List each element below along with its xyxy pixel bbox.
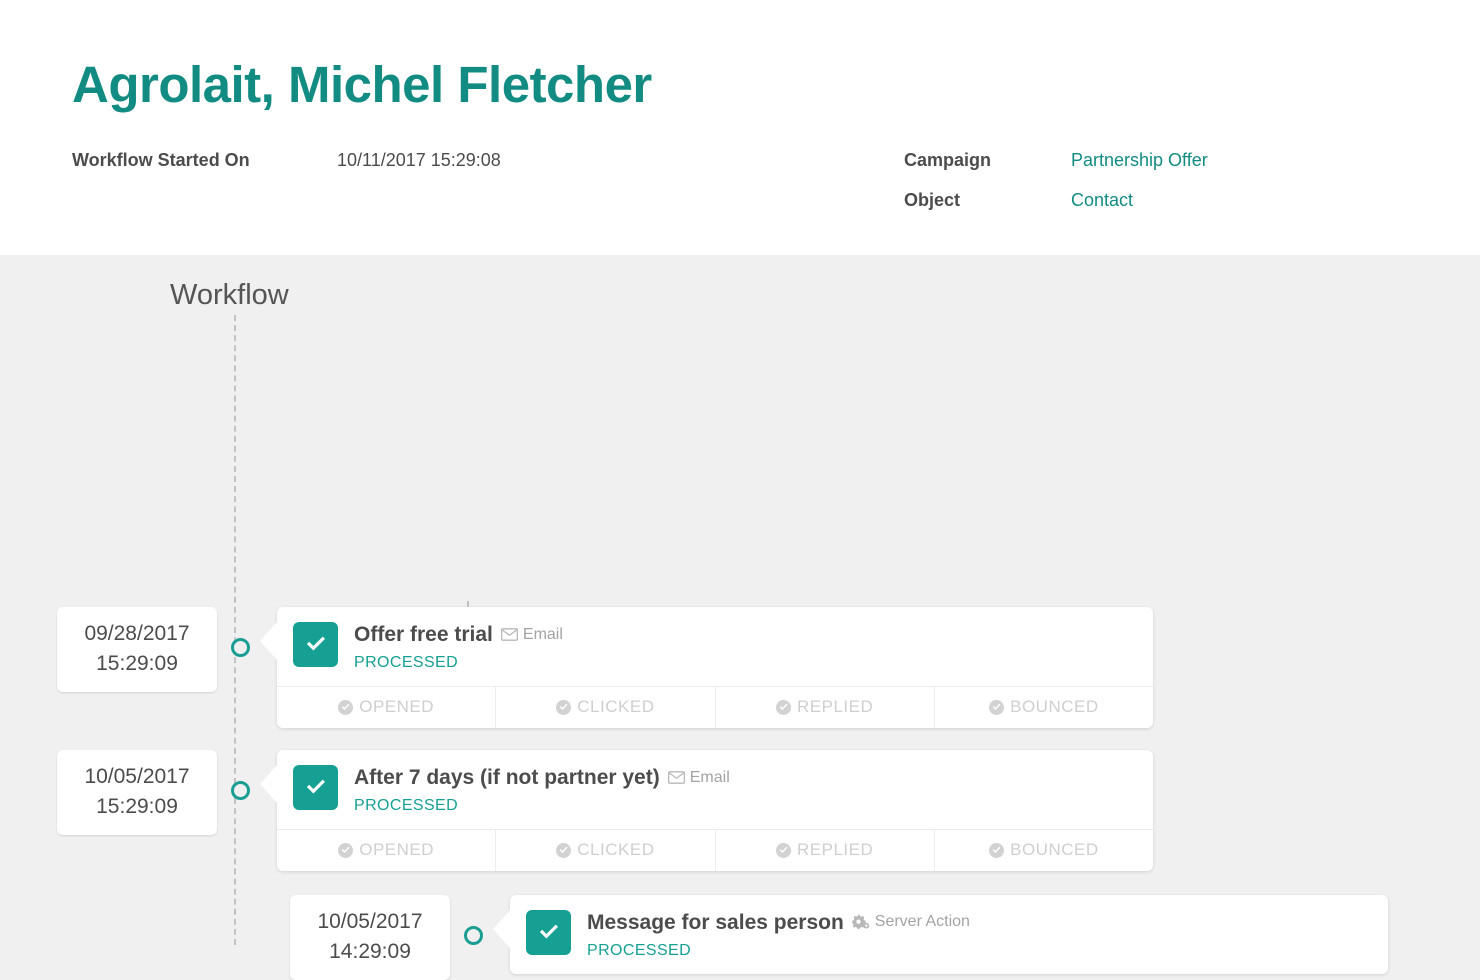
entry-kind: Server Action <box>851 912 970 931</box>
entry-card-main: Message for sales person Server Action P… <box>510 895 1388 974</box>
metric-clicked[interactable]: CLICKED <box>495 687 714 728</box>
field-object: Object Contact <box>904 190 1208 230</box>
timeline-dot <box>231 638 250 657</box>
entry-card-text: After 7 days (if not partner yet) Email … <box>354 765 730 815</box>
entry-title-line: After 7 days (if not partner yet) Email <box>354 766 730 790</box>
page-header: Agrolait, Michel Fletcher Workflow Start… <box>0 0 1480 255</box>
entry-card-main: Offer free trial Email PROCESSED <box>277 607 1153 686</box>
envelope-icon <box>667 771 685 784</box>
entry-kind-label: Server Action <box>874 912 970 930</box>
header-right-fields: Campaign Partnership Offer Object Contac… <box>904 150 1208 230</box>
check-icon <box>303 632 329 658</box>
entry-title: Message for sales person <box>587 911 844 934</box>
field-campaign: Campaign Partnership Offer <box>904 150 1208 190</box>
workflow-heading: Workflow <box>170 279 289 311</box>
entry-status: PROCESSED <box>354 654 459 671</box>
entry-kind: Email <box>667 768 730 787</box>
workflow-timeline: Workflow 09/28/2017 15:29:09 Offer free … <box>0 255 1480 980</box>
entry-title-line: Offer free trial Email <box>354 623 563 647</box>
metric-label: BOUNCED <box>1010 840 1099 859</box>
check-circle-icon <box>776 842 791 858</box>
entry-title: Offer free trial <box>354 623 493 646</box>
campaign-link[interactable]: Partnership Offer <box>1071 150 1208 171</box>
entry-date: 10/05/2017 <box>317 910 423 933</box>
entry-title: After 7 days (if not partner yet) <box>354 766 660 789</box>
metric-label: BOUNCED <box>1010 697 1099 716</box>
entry-datebox: 10/05/2017 14:29:09 <box>290 895 450 980</box>
entry-state-icon <box>293 765 338 810</box>
header-fields: Workflow Started On 10/11/2017 15:29:08 … <box>72 150 1480 220</box>
entry-date: 10/05/2017 <box>84 765 190 788</box>
metric-label: CLICKED <box>577 697 655 716</box>
metric-opened[interactable]: OPENED <box>277 687 495 728</box>
metric-clicked[interactable]: CLICKED <box>495 830 714 871</box>
field-workflow-started-on: Workflow Started On 10/11/2017 15:29:08 <box>72 150 1480 190</box>
timeline-entry: 10/05/2017 15:29:09 After 7 days (if not… <box>57 750 1153 871</box>
check-icon <box>303 775 329 801</box>
entry-kind-label: Email <box>689 768 730 786</box>
metric-label: REPLIED <box>797 840 874 859</box>
check-icon <box>536 920 562 946</box>
field-label: Workflow Started On <box>72 149 250 170</box>
metric-label: OPENED <box>359 697 435 716</box>
entry-datebox: 10/05/2017 15:29:09 <box>57 750 217 835</box>
entry-time: 15:29:09 <box>96 794 178 818</box>
header-left-fields: Workflow Started On 10/11/2017 15:29:08 <box>72 150 1480 190</box>
check-circle-icon <box>556 842 572 858</box>
field-label: Campaign <box>904 149 992 170</box>
entry-card-main: After 7 days (if not partner yet) Email … <box>277 750 1153 829</box>
entry-time: 15:29:09 <box>96 651 178 675</box>
entry-state-icon <box>293 622 338 667</box>
metric-label: REPLIED <box>797 697 874 716</box>
entry-card[interactable]: After 7 days (if not partner yet) Email … <box>260 750 1153 871</box>
entry-card-text: Offer free trial Email PROCESSED <box>354 622 563 672</box>
entry-date: 09/28/2017 <box>84 622 190 645</box>
metric-replied[interactable]: REPLIED <box>714 687 934 728</box>
engagement-metrics: OPENED CLICKED REPLIED BOUNCED <box>277 686 1153 728</box>
check-circle-icon <box>776 699 791 715</box>
entry-title-line: Message for sales person Server Action <box>587 911 970 935</box>
entry-kind-label: Email <box>522 625 563 643</box>
engagement-metrics: OPENED CLICKED REPLIED BOUNCED <box>277 829 1153 871</box>
envelope-icon <box>500 628 518 641</box>
field-value: 10/11/2017 15:29:08 <box>337 149 501 170</box>
entry-kind: Email <box>500 625 563 644</box>
metric-label: OPENED <box>359 840 435 859</box>
entry-card-text: Message for sales person Server Action P… <box>587 910 970 960</box>
entry-state-icon <box>526 910 571 955</box>
metric-bounced[interactable]: BOUNCED <box>933 830 1153 871</box>
entry-card[interactable]: Offer free trial Email PROCESSED OPENED <box>260 607 1153 728</box>
entry-status: PROCESSED <box>587 942 692 959</box>
entry-datebox: 09/28/2017 15:29:09 <box>57 607 217 692</box>
metric-opened[interactable]: OPENED <box>277 830 495 871</box>
object-link[interactable]: Contact <box>1071 190 1133 211</box>
field-label: Object <box>904 189 961 210</box>
check-circle-icon <box>556 699 572 715</box>
metric-label: CLICKED <box>577 840 655 859</box>
check-circle-icon <box>989 699 1005 715</box>
entry-time: 14:29:09 <box>329 939 411 963</box>
timeline-entry: 10/05/2017 14:29:09 Message for sales pe… <box>290 895 1388 980</box>
timeline-dot <box>231 781 250 800</box>
check-circle-icon <box>338 842 354 858</box>
metric-bounced[interactable]: BOUNCED <box>933 687 1153 728</box>
entry-card[interactable]: Message for sales person Server Action P… <box>493 895 1388 974</box>
entry-status: PROCESSED <box>354 797 459 814</box>
check-circle-icon <box>338 699 354 715</box>
timeline-dot <box>464 926 483 945</box>
gears-icon <box>851 914 870 929</box>
timeline-entry: 09/28/2017 15:29:09 Offer free trial Ema… <box>57 607 1153 728</box>
page-title: Agrolait, Michel Fletcher <box>72 56 652 113</box>
check-circle-icon <box>989 842 1005 858</box>
metric-replied[interactable]: REPLIED <box>714 830 934 871</box>
